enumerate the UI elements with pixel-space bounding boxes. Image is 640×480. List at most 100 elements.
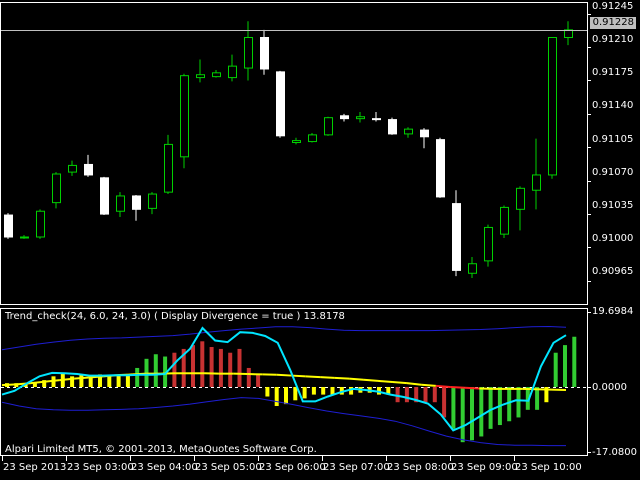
time-tick-label: 23 Sep 08:00 [387, 462, 454, 473]
bear-candle-body [132, 195, 141, 210]
histogram-bar [125, 374, 130, 387]
bull-candle-body [404, 128, 413, 135]
histogram-bar [563, 345, 567, 387]
bear-candle-body [4, 214, 13, 238]
bear-candle-body [260, 37, 269, 70]
time-tick-label: 23 Sep 03:00 [67, 462, 134, 473]
bull-candle-body [548, 37, 557, 176]
bull-candle-body [532, 174, 541, 191]
histogram-bar [516, 386, 521, 418]
bull-candle-body [564, 29, 573, 38]
bull-candle-body [356, 116, 365, 120]
bull-candle-body [516, 187, 525, 210]
bull-candle-body [20, 236, 29, 239]
histogram-bar [395, 386, 400, 403]
bull-candle-body [52, 173, 61, 204]
bull-candle-body [116, 195, 125, 212]
histogram-bar [153, 354, 158, 387]
price-tick-label: 0.91035 [592, 200, 634, 211]
histogram-bar [256, 373, 261, 387]
time-tick-label: 23 Sep 07:00 [323, 462, 390, 473]
histogram-bar [423, 386, 428, 403]
histogram-bar [274, 386, 279, 407]
histogram-bar [246, 367, 251, 387]
histogram-bar [200, 341, 205, 387]
histogram-bar [311, 386, 316, 395]
histogram-bar [265, 386, 270, 397]
histogram-bar [488, 386, 493, 429]
time-tick-label: 23 Sep 06:00 [259, 462, 326, 473]
histogram-bar [116, 374, 121, 387]
histogram-bar [442, 386, 447, 418]
bull-candle-body [228, 65, 237, 79]
signal-line-segment [464, 386, 480, 390]
bull-candle-body [164, 143, 173, 193]
signal-line-segment [363, 378, 379, 382]
bear-candle-body [340, 115, 349, 120]
bear-candle-body [436, 139, 445, 198]
signal-line-segment [421, 383, 436, 387]
signal-line-segment [435, 384, 451, 388]
price-tick-label: 0.91175 [592, 67, 634, 78]
time-tick-label: 23 Sep 10:00 [515, 462, 582, 473]
histogram-bar [479, 386, 484, 437]
histogram-bar [507, 386, 512, 422]
price-tick-label: 0.91070 [592, 167, 634, 178]
bull-candle-body [36, 210, 45, 238]
signal-line-segment [1, 383, 17, 387]
bull-candle-body [244, 37, 253, 69]
price-tick-label: 0.91245 [592, 1, 634, 12]
current-price-badge: 0.91228 [590, 17, 636, 29]
histogram-bar [432, 386, 437, 403]
bull-candle-body [468, 263, 477, 274]
histogram-bar [572, 336, 577, 387]
histogram-bar [237, 348, 242, 387]
time-tick-label: 23 Sep 2013 [3, 462, 67, 473]
bear-candle-body [372, 118, 381, 121]
histogram-bar [460, 386, 465, 443]
histogram-bar [404, 386, 409, 403]
signal-line-segment [276, 373, 292, 377]
price-tick-label: 0.91140 [592, 100, 634, 111]
price-tick-label: 0.91210 [592, 34, 634, 45]
bear-candle-body [420, 129, 429, 138]
histogram-bar [553, 352, 558, 387]
signal-line-segment [348, 377, 364, 381]
bull-candle-body [484, 226, 493, 262]
time-tick-label: 23 Sep 09:00 [451, 462, 518, 473]
histogram-bar [209, 347, 214, 387]
histogram-bar [293, 386, 298, 401]
histogram-bar [191, 345, 195, 387]
histogram-bar [218, 348, 223, 387]
indicator-title: Trend_check(24, 6.0, 24, 3.0) ( Display … [5, 311, 345, 322]
histogram-bar [321, 386, 326, 395]
bull-candle-body [308, 134, 317, 143]
price-tick-label: 0.91000 [592, 233, 634, 244]
histogram-bar [284, 386, 288, 405]
indicator-tick-label: 0.0000 [592, 382, 627, 393]
histogram-bar [172, 352, 177, 387]
bull-candle-body [68, 164, 77, 173]
price-chart[interactable] [0, 0, 640, 480]
indicator-tick-label: -17.0800 [592, 447, 637, 458]
bull-candle-body [212, 72, 221, 78]
price-tick-label: 0.90965 [592, 266, 634, 277]
signal-line-segment [334, 376, 350, 380]
bear-candle-body [388, 119, 397, 135]
histogram-bar [79, 374, 84, 387]
bull-candle-body [292, 140, 301, 144]
bear-candle-body [100, 177, 109, 215]
histogram-bar [228, 352, 233, 387]
price-tick-label: 0.91105 [592, 134, 634, 145]
histogram-bar [302, 386, 307, 399]
bull-candle-body [324, 117, 333, 136]
signal-line-segment [320, 376, 335, 379]
time-tick-label: 23 Sep 04:00 [131, 462, 198, 473]
bear-candle-body [276, 71, 285, 137]
signal-line-segment [74, 376, 89, 380]
histogram-bar [135, 367, 140, 387]
histogram-bar [451, 386, 456, 429]
histogram-bar [470, 386, 474, 441]
signal-line-segment [450, 385, 465, 389]
bull-candle-body [500, 206, 509, 235]
